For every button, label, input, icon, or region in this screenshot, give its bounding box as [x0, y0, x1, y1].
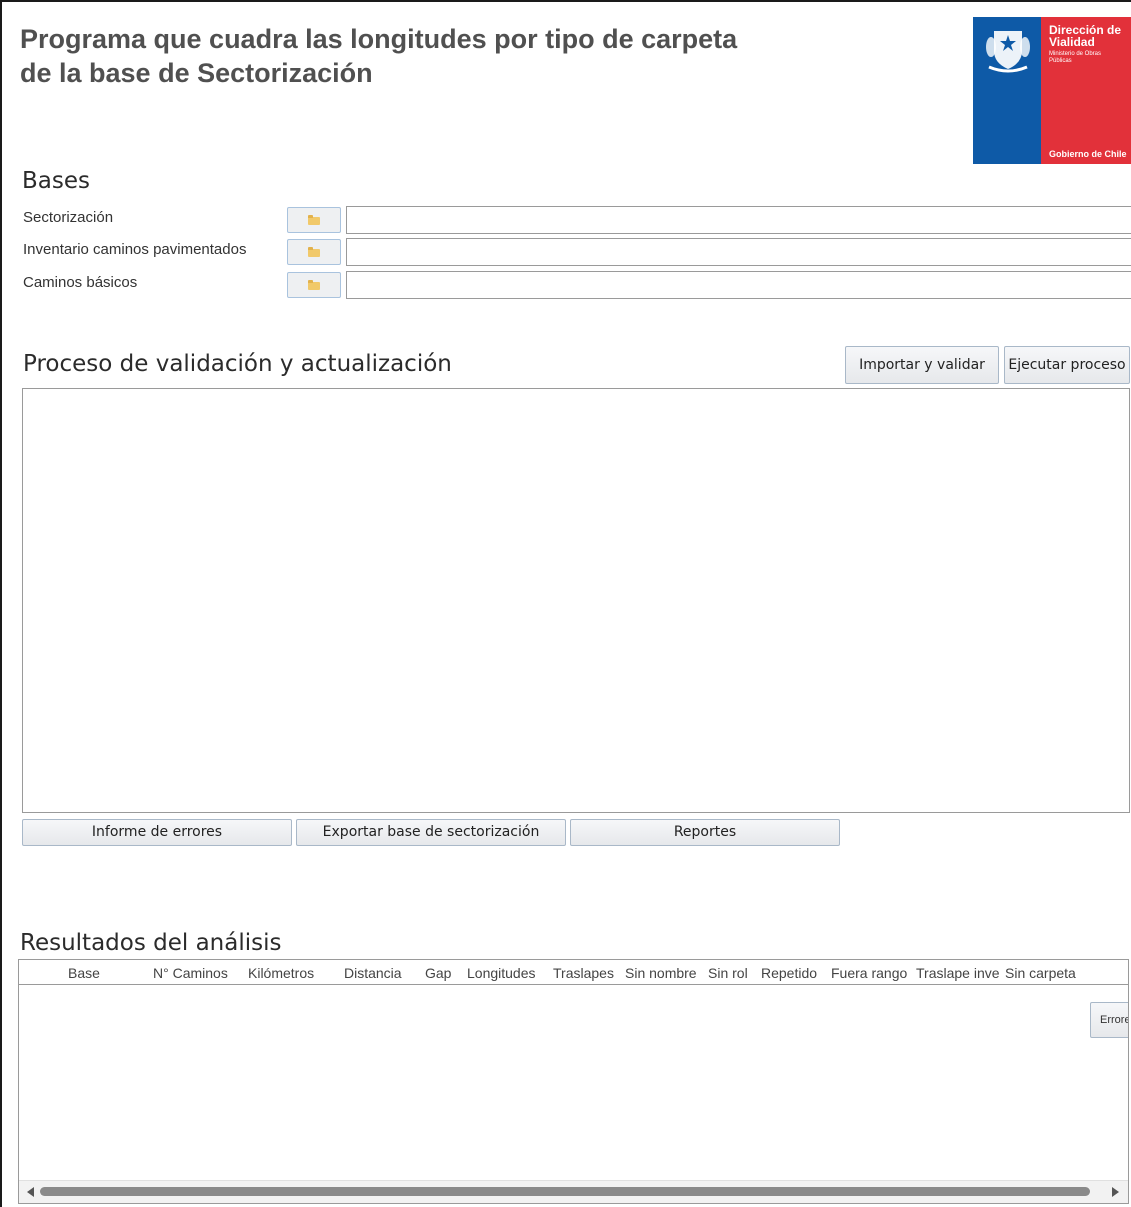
column-header-gap[interactable]: Gap	[425, 965, 451, 981]
horizontal-scrollbar[interactable]	[19, 1180, 1128, 1203]
column-header-sin-nombre[interactable]: Sin nombre	[625, 965, 697, 981]
results-grid[interactable]: Base N° Caminos Kilómetros Distancia Gap…	[18, 959, 1129, 1204]
caminos-basicos-path-input[interactable]	[346, 271, 1131, 299]
ministry-logo: Dirección de Vialidad Ministerio de Obra…	[973, 17, 1131, 164]
column-header-sin-carpeta[interactable]: Sin carpeta	[1005, 965, 1076, 981]
scroll-right-arrow-icon[interactable]	[1112, 1187, 1119, 1197]
column-header-repetido[interactable]: Repetido	[761, 965, 817, 981]
base-row-inventario: Inventario caminos pavimentados	[2, 238, 1131, 266]
base-label-sectorizacion: Sectorización	[23, 209, 114, 226]
logo-government: Gobierno de Chile	[1049, 149, 1127, 159]
column-header-sin-rol[interactable]: Sin rol	[708, 965, 748, 981]
sectorizacion-path-input[interactable]	[346, 206, 1131, 234]
run-process-button[interactable]: Ejecutar proceso	[1004, 346, 1130, 384]
errors-report-button[interactable]: Informe de errores	[22, 819, 292, 846]
results-grid-header: Base N° Caminos Kilómetros Distancia Gap…	[19, 960, 1128, 985]
browse-inventario-button[interactable]	[287, 239, 341, 265]
folder-icon	[308, 215, 320, 225]
logo-red-panel: Dirección de Vialidad Ministerio de Obra…	[1041, 17, 1131, 164]
column-header-base[interactable]: Base	[68, 965, 100, 981]
row-errors-button[interactable]: Errores	[1090, 1002, 1128, 1038]
logo-blue-panel	[973, 17, 1041, 164]
folder-icon	[308, 247, 320, 257]
logo-org-line-2: Vialidad	[1049, 35, 1095, 49]
folder-icon	[308, 280, 320, 290]
logo-ministry-line-2: Públicas	[1049, 58, 1072, 64]
page-title-line-1: Programa que cuadra las longitudes por t…	[20, 24, 738, 54]
browse-sectorizacion-button[interactable]	[287, 207, 341, 233]
import-validate-button[interactable]: Importar y validar	[845, 346, 999, 384]
column-header-longitudes[interactable]: Longitudes	[467, 965, 536, 981]
column-header-distancia[interactable]: Distancia	[344, 965, 402, 981]
base-row-caminos-basicos: Caminos básicos	[2, 271, 1131, 299]
page-title-line-2: de la base de Sectorización	[20, 58, 373, 88]
process-section-title: Proceso de validación y actualización	[23, 351, 452, 377]
column-header-traslape-inverso[interactable]: Traslape inve	[916, 965, 1004, 981]
column-header-fuera-rango[interactable]: Fuera rango	[831, 965, 907, 981]
page-title: Programa que cuadra las longitudes por t…	[20, 22, 737, 90]
app-window: Programa que cuadra las longitudes por t…	[0, 0, 1131, 1207]
logo-ministry-line-1: Ministerio de Obras	[1049, 51, 1102, 57]
column-header-kilometros[interactable]: Kilómetros	[248, 965, 314, 981]
reports-button[interactable]: Reportes	[570, 819, 840, 846]
export-sectorizacion-button[interactable]: Exportar base de sectorización	[296, 819, 566, 846]
scroll-left-arrow-icon[interactable]	[27, 1187, 34, 1197]
results-section-title: Resultados del análisis	[20, 930, 282, 956]
base-label-caminos-basicos: Caminos básicos	[23, 274, 138, 291]
column-header-traslapes[interactable]: Traslapes	[553, 965, 614, 981]
base-label-inventario: Inventario caminos pavimentados	[23, 241, 247, 258]
bases-section-title: Bases	[22, 168, 90, 194]
scrollbar-thumb[interactable]	[40, 1187, 1090, 1196]
inventario-path-input[interactable]	[346, 238, 1131, 266]
column-header-n-caminos[interactable]: N° Caminos	[153, 965, 228, 981]
base-row-sectorizacion: Sectorización	[2, 206, 1131, 234]
browse-caminos-basicos-button[interactable]	[287, 272, 341, 298]
coat-of-arms-icon	[986, 31, 1030, 73]
process-log-textarea[interactable]	[22, 388, 1130, 813]
